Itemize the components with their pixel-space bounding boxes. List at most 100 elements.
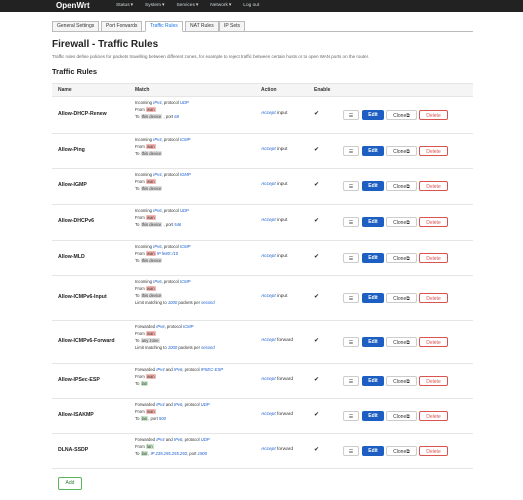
- edit-button[interactable]: Edit: [362, 146, 384, 156]
- clone-button[interactable]: Clone⧉: [386, 376, 417, 386]
- enable-checkbox[interactable]: ✔: [314, 253, 319, 260]
- edit-button[interactable]: Edit: [362, 293, 384, 303]
- drag-handle-button[interactable]: ☰: [343, 293, 359, 303]
- tab-traffic-rules[interactable]: Traffic Rules: [145, 21, 183, 32]
- match-value[interactable]: IPSEC-ESP: [201, 367, 223, 372]
- match-value[interactable]: IPv4: [156, 402, 164, 407]
- action-target[interactable]: Accept: [261, 447, 276, 452]
- match-value[interactable]: ICMP: [183, 324, 193, 329]
- drag-handle-button[interactable]: ☰: [343, 146, 359, 156]
- action-target[interactable]: Accept: [261, 338, 276, 343]
- match-value[interactable]: second: [201, 300, 215, 305]
- match-value[interactable]: 500: [159, 416, 166, 421]
- match-value[interactable]: IP 239.255.255.250: [151, 451, 187, 456]
- drag-handle-button[interactable]: ☰: [343, 110, 359, 120]
- match-value[interactable]: 546: [174, 222, 181, 227]
- edit-button[interactable]: Edit: [362, 411, 384, 421]
- match-value[interactable]: IPv6: [156, 324, 164, 329]
- delete-button[interactable]: Delete: [419, 376, 448, 386]
- action-target[interactable]: Accept: [261, 218, 276, 223]
- match-value[interactable]: 68: [174, 114, 179, 119]
- edit-button[interactable]: Edit: [362, 337, 384, 347]
- clone-button[interactable]: Clone⧉: [386, 253, 417, 263]
- drag-handle-button[interactable]: ☰: [343, 446, 359, 456]
- action-target[interactable]: Accept: [261, 377, 276, 382]
- edit-button[interactable]: Edit: [362, 181, 384, 191]
- match-value[interactable]: IP fe80::/10: [157, 251, 178, 256]
- clone-button[interactable]: Clone⧉: [386, 411, 417, 421]
- enable-checkbox[interactable]: ✔: [314, 181, 319, 188]
- delete-button[interactable]: Delete: [419, 446, 448, 456]
- action-target[interactable]: Accept: [261, 412, 276, 417]
- tab-port-forwards[interactable]: Port Forwards: [101, 21, 143, 32]
- match-value[interactable]: UDP: [201, 437, 210, 442]
- enable-checkbox[interactable]: ✔: [314, 376, 319, 383]
- match-value[interactable]: 1000: [168, 345, 177, 350]
- add-button[interactable]: Add: [58, 477, 82, 490]
- match-value[interactable]: IPv6: [153, 279, 161, 284]
- action-target[interactable]: Accept: [261, 182, 276, 187]
- enable-checkbox[interactable]: ✔: [314, 217, 319, 224]
- match-value[interactable]: 1000: [168, 300, 177, 305]
- delete-button[interactable]: Delete: [419, 337, 448, 347]
- match-value[interactable]: ICMP: [180, 244, 190, 249]
- delete-button[interactable]: Delete: [419, 293, 448, 303]
- delete-button[interactable]: Delete: [419, 217, 448, 227]
- match-value[interactable]: ICMP: [180, 137, 190, 142]
- clone-button[interactable]: Clone⧉: [386, 293, 417, 303]
- delete-button[interactable]: Delete: [419, 181, 448, 191]
- match-value[interactable]: UDP: [201, 402, 210, 407]
- drag-handle-button[interactable]: ☰: [343, 217, 359, 227]
- match-value[interactable]: UDP: [180, 100, 189, 105]
- enable-checkbox[interactable]: ✔: [314, 411, 319, 418]
- drag-handle-button[interactable]: ☰: [343, 253, 359, 263]
- match-value[interactable]: UDP: [180, 208, 189, 213]
- clone-button[interactable]: Clone⧉: [386, 146, 417, 156]
- edit-button[interactable]: Edit: [362, 217, 384, 227]
- enable-checkbox[interactable]: ✔: [314, 446, 319, 453]
- match-value[interactable]: IPv4: [156, 437, 164, 442]
- clone-button[interactable]: Clone⧉: [386, 337, 417, 347]
- enable-checkbox[interactable]: ✔: [314, 337, 319, 344]
- menu-services[interactable]: Services▾: [176, 3, 198, 8]
- enable-checkbox[interactable]: ✔: [314, 293, 319, 300]
- action-target[interactable]: Accept: [261, 147, 276, 152]
- menu-status[interactable]: Status▾: [116, 3, 133, 8]
- drag-handle-button[interactable]: ☰: [343, 411, 359, 421]
- action-target[interactable]: Accept: [261, 254, 276, 259]
- match-value[interactable]: 1900: [198, 451, 207, 456]
- match-value[interactable]: IPv4: [153, 172, 161, 177]
- edit-button[interactable]: Edit: [362, 110, 384, 120]
- menu-system[interactable]: System▾: [145, 3, 164, 8]
- edit-button[interactable]: Edit: [362, 376, 384, 386]
- enable-checkbox[interactable]: ✔: [314, 110, 319, 117]
- menu-network[interactable]: Network▾: [210, 3, 231, 8]
- tab-ip-sets[interactable]: IP Sets: [219, 21, 246, 32]
- delete-button[interactable]: Delete: [419, 146, 448, 156]
- delete-button[interactable]: Delete: [419, 253, 448, 263]
- clone-button[interactable]: Clone⧉: [386, 181, 417, 191]
- enable-checkbox[interactable]: ✔: [314, 146, 319, 153]
- delete-button[interactable]: Delete: [419, 411, 448, 421]
- match-value[interactable]: IPv6: [153, 208, 161, 213]
- clone-button[interactable]: Clone⧉: [386, 110, 417, 120]
- match-value[interactable]: IPv4: [156, 367, 164, 372]
- clone-button[interactable]: Clone⧉: [386, 446, 417, 456]
- match-value[interactable]: second: [201, 345, 215, 350]
- menu-logout[interactable]: Log out: [243, 3, 259, 8]
- match-value[interactable]: IPv4: [153, 137, 161, 142]
- match-value[interactable]: IGMP: [180, 172, 191, 177]
- action-target[interactable]: Accept: [261, 294, 276, 299]
- delete-button[interactable]: Delete: [419, 110, 448, 120]
- tab-general-settings[interactable]: General Settings: [52, 21, 100, 32]
- match-value[interactable]: ICMP: [180, 279, 190, 284]
- action-target[interactable]: Accept: [261, 111, 276, 116]
- match-value[interactable]: IPv6: [153, 244, 161, 249]
- clone-button[interactable]: Clone⧉: [386, 217, 417, 227]
- brand-logo[interactable]: OpenWrt: [56, 1, 90, 10]
- drag-handle-button[interactable]: ☰: [343, 337, 359, 347]
- drag-handle-button[interactable]: ☰: [343, 376, 359, 386]
- match-value[interactable]: IPv4: [153, 100, 161, 105]
- drag-handle-button[interactable]: ☰: [343, 181, 359, 191]
- tab-nat-rules[interactable]: NAT Rules: [185, 21, 219, 32]
